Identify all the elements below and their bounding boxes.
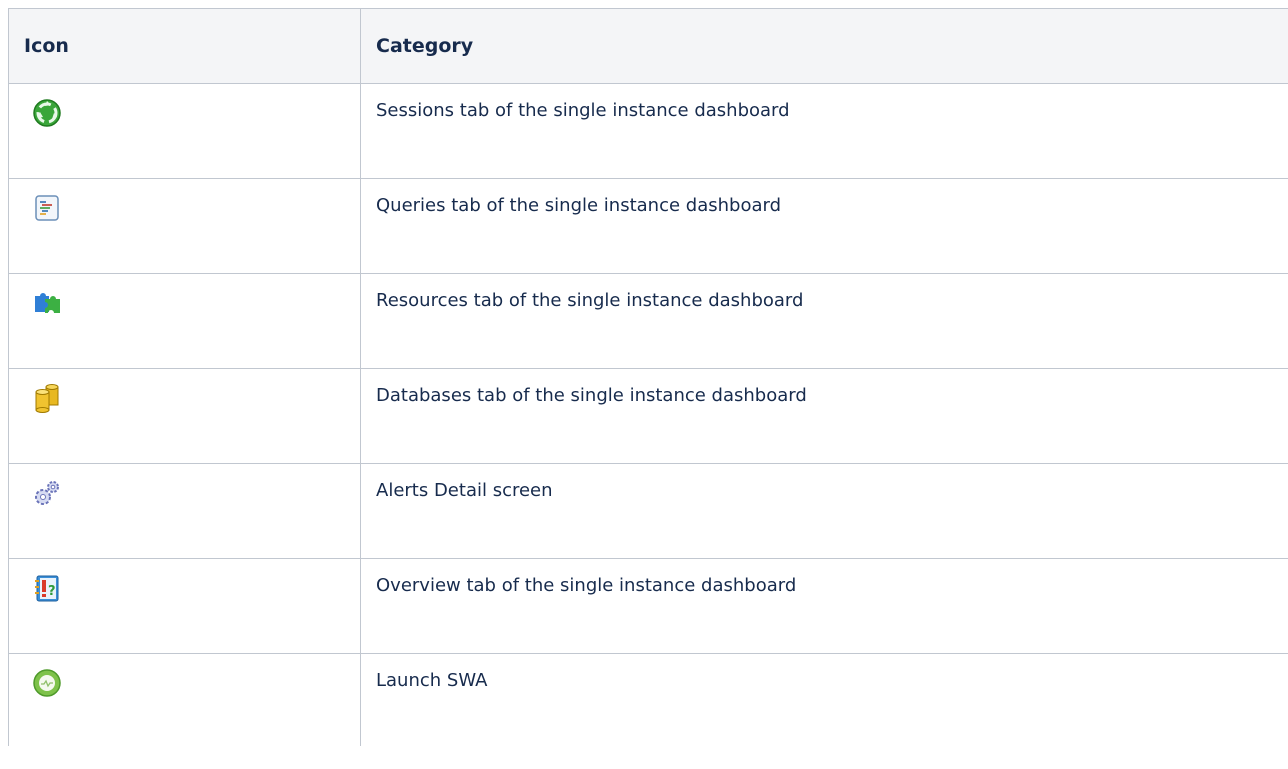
category-text: Alerts Detail screen: [361, 464, 1288, 558]
category-text: Databases tab of the single instance das…: [361, 369, 1288, 463]
category-text: Queries tab of the single instance dashb…: [361, 179, 1288, 273]
queries-document-icon: [35, 195, 59, 221]
table-row: Queries tab of the single instance dashb…: [9, 179, 1288, 274]
resources-puzzle-icon: [35, 293, 60, 313]
category-text: Sessions tab of the single instance dash…: [361, 84, 1288, 178]
svg-text:?: ?: [48, 584, 56, 599]
overview-notebook-icon: ?: [35, 575, 59, 602]
sessions-recycle-icon: [33, 99, 61, 127]
header-category: Category: [361, 9, 1288, 83]
category-text: Launch SWA: [361, 654, 1288, 746]
launch-swa-circle-icon: [33, 669, 61, 697]
category-text: Resources tab of the single instance das…: [361, 274, 1288, 368]
databases-cylinder-icon: [35, 384, 59, 413]
table-row: Sessions tab of the single instance dash…: [9, 84, 1288, 179]
table-row: ? Overview tab of the single instance da…: [9, 559, 1288, 654]
table-row: Resources tab of the single instance das…: [9, 274, 1288, 369]
category-text: Overview tab of the single instance dash…: [361, 559, 1288, 653]
alerts-gears-icon: [35, 481, 59, 505]
table-row: Alerts Detail screen: [9, 464, 1288, 559]
header-icon: Icon: [9, 9, 361, 83]
table-row: Databases tab of the single instance das…: [9, 369, 1288, 464]
icon-category-table: Icon Category Sessions tab of the single…: [8, 8, 1288, 746]
table-row: Launch SWA: [9, 654, 1288, 746]
table-header-row: Icon Category: [9, 9, 1288, 84]
